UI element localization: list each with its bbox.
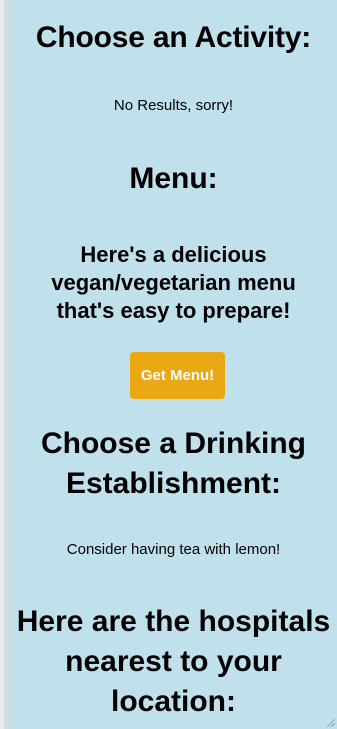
content-panel: Choose an Activity: No Results, sorry! M… bbox=[10, 0, 337, 729]
menu-heading: Menu: bbox=[129, 162, 218, 195]
drinking-suggestion-text: Consider having tea with lemon! bbox=[66, 541, 281, 558]
activity-no-results-text: No Results, sorry! bbox=[113, 97, 234, 114]
drinking-establishment-heading: Choose a Drinking Establishment: bbox=[40, 427, 307, 500]
resize-grip-icon[interactable] bbox=[325, 717, 335, 727]
get-menu-button[interactable]: Get Menu! bbox=[130, 352, 225, 399]
hospitals-heading: Here are the hospitals nearest to your l… bbox=[16, 605, 331, 718]
menu-description: Here's a delicious vegan/vegetarian menu… bbox=[51, 242, 296, 323]
window-left-edge bbox=[0, 0, 10, 729]
activity-heading: Choose an Activity: bbox=[35, 21, 312, 54]
